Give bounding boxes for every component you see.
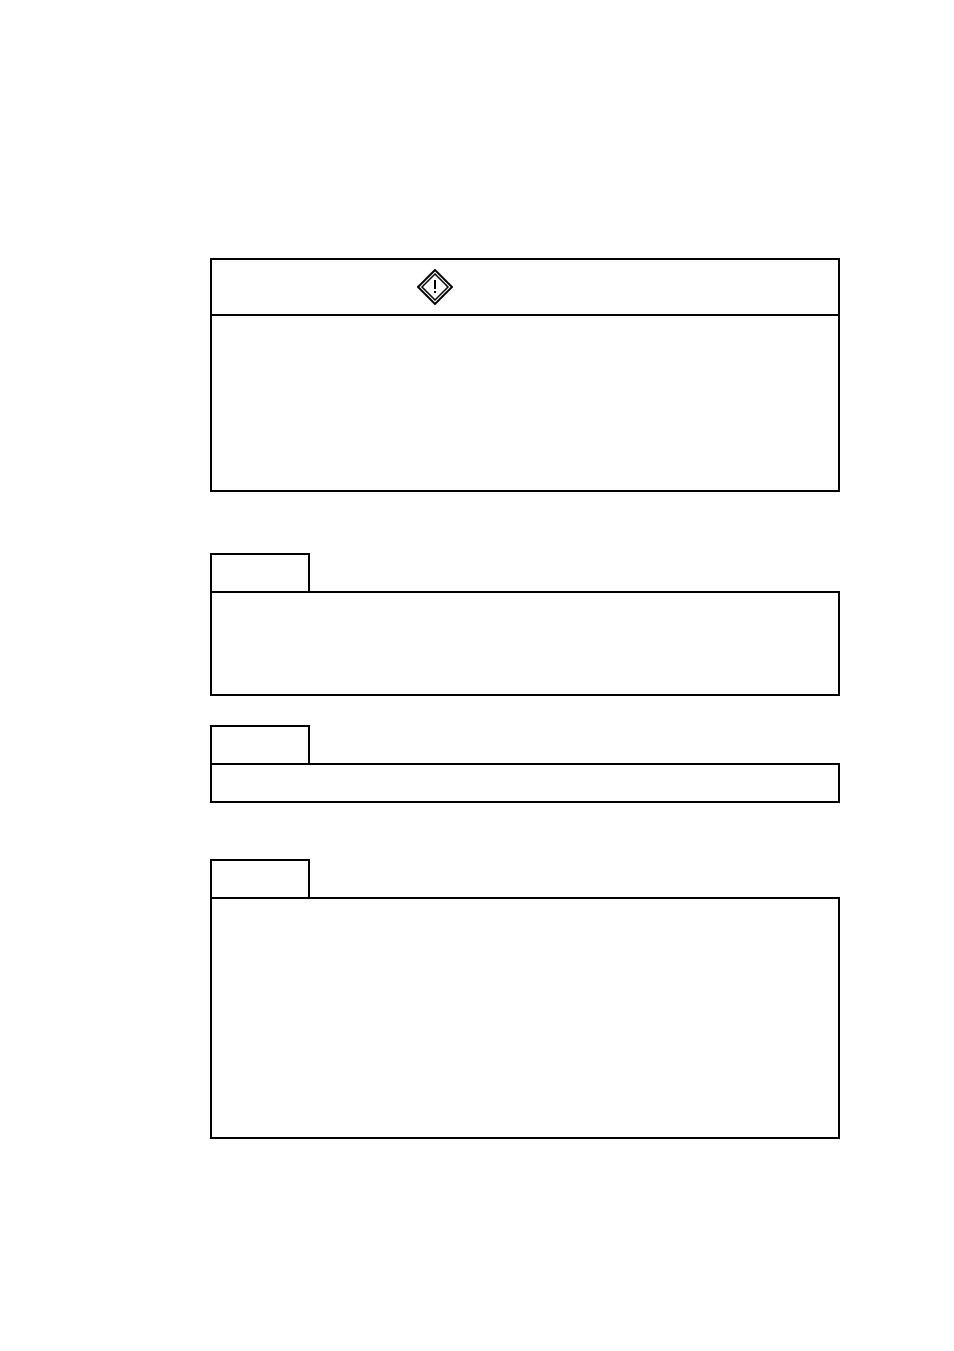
caution-box xyxy=(210,258,840,492)
note-tab-3 xyxy=(210,859,310,897)
note-body-2 xyxy=(210,763,840,803)
note-body-1 xyxy=(210,591,840,696)
caution-divider xyxy=(212,314,838,316)
caution-icon xyxy=(417,269,453,305)
note-tab-2 xyxy=(210,725,310,763)
note-body-3 xyxy=(210,897,840,1139)
note-tab-1 xyxy=(210,553,310,591)
